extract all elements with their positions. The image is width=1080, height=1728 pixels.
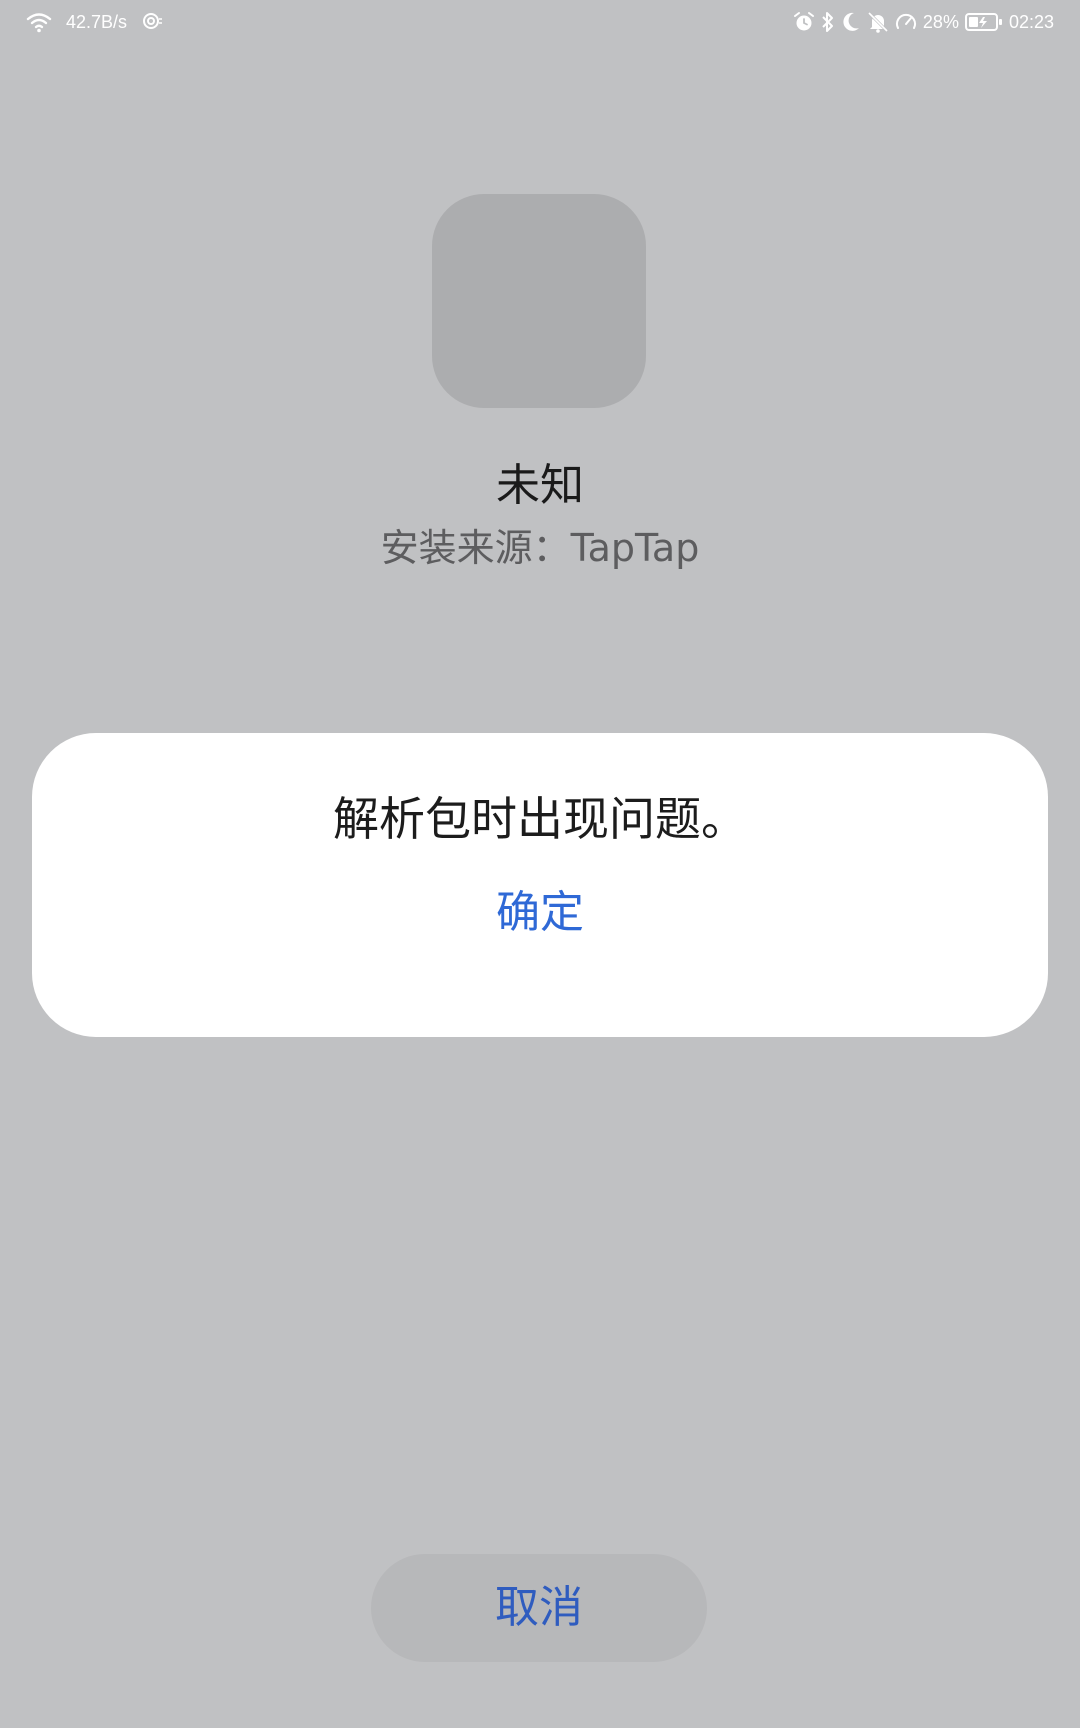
- status-bar: 42.7B/s 28% 02:23: [0, 0, 1080, 44]
- dialog-message: 解析包时出现问题。: [333, 792, 747, 846]
- install-source: 安装来源：TapTap: [380, 526, 700, 570]
- clock: 02:23: [1008, 11, 1054, 32]
- wifi-icon: [26, 11, 52, 33]
- error-dialog: 解析包时出现问题。 确定: [32, 733, 1048, 1037]
- status-left: 42.7B/s: [26, 8, 163, 36]
- bell-off-icon: [867, 11, 889, 33]
- battery-percent: 28%: [922, 11, 959, 32]
- cancel-button[interactable]: 取消: [371, 1554, 707, 1662]
- bluetooth-icon: [821, 11, 835, 33]
- app-name: 未知: [496, 460, 584, 511]
- battery-charging-icon: [964, 11, 1003, 33]
- moon-icon: [841, 11, 861, 33]
- status-right: 28% 02:23: [793, 8, 1054, 36]
- speedometer-icon: [895, 11, 917, 33]
- alarm-icon: [793, 11, 815, 33]
- net-speed: 42.7B/s: [66, 11, 128, 32]
- app-icon-placeholder: [432, 194, 646, 408]
- confirm-button[interactable]: 确定: [440, 873, 640, 953]
- hotspot-icon: [141, 11, 163, 33]
